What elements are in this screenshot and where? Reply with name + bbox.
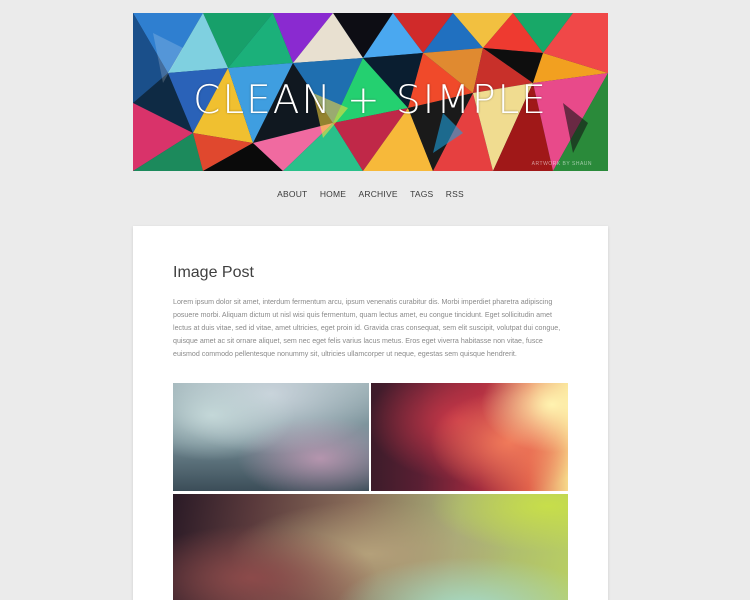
post-title[interactable]: Image Post bbox=[173, 264, 254, 282]
nav-item-tags[interactable]: TAGS bbox=[410, 189, 433, 199]
nav-item-rss[interactable]: RSS bbox=[446, 189, 464, 199]
post-card: Image Post Lorem ipsum dolor sit amet, i… bbox=[133, 226, 608, 600]
artwork-credit: ARTWORK BY SHAUN bbox=[531, 161, 592, 167]
main-nav: ABOUT HOME ARCHIVE TAGS RSS bbox=[133, 189, 608, 199]
header-banner[interactable]: CLEAN + SIMPLE ARTWORK BY SHAUN bbox=[133, 13, 608, 171]
nav-item-archive[interactable]: ARCHIVE bbox=[359, 189, 398, 199]
gallery-image-1[interactable] bbox=[173, 383, 369, 491]
gallery-image-3[interactable] bbox=[173, 494, 568, 600]
nav-item-about[interactable]: ABOUT bbox=[277, 189, 307, 199]
page: CLEAN + SIMPLE ARTWORK BY SHAUN ABOUT HO… bbox=[0, 0, 750, 600]
nav-item-home[interactable]: HOME bbox=[320, 189, 346, 199]
site-title[interactable]: CLEAN + SIMPLE bbox=[133, 81, 608, 120]
gallery-image-2[interactable] bbox=[371, 383, 568, 491]
post-body: Lorem ipsum dolor sit amet, interdum fer… bbox=[173, 298, 561, 358]
